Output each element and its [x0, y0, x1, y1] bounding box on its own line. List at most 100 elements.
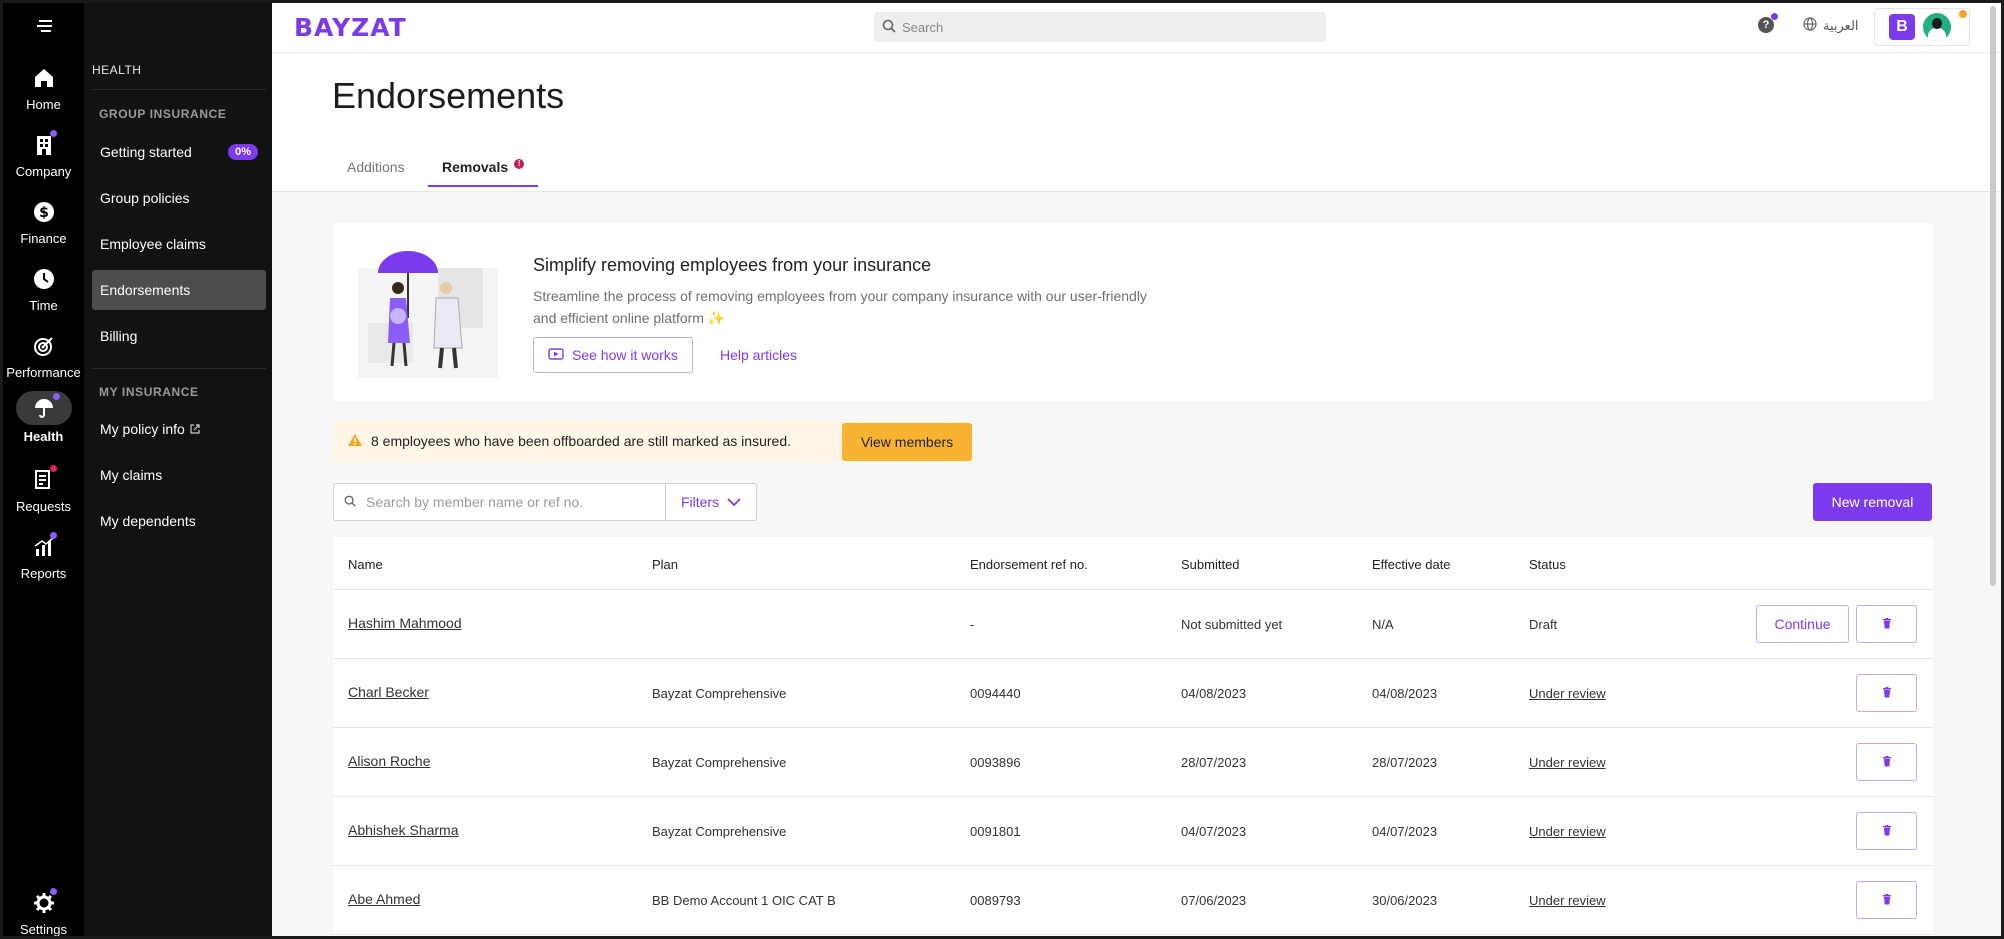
member-name-link[interactable]: Charl Becker: [348, 684, 429, 700]
umbrella-icon: [15, 391, 72, 425]
status-link[interactable]: Under review: [1529, 824, 1606, 839]
plan-cell: BB Demo Account 1 OIC CAT B: [652, 893, 836, 908]
sidebar-item-label: Group policies: [100, 190, 190, 206]
delete-button[interactable]: [1856, 605, 1917, 643]
continue-button[interactable]: Continue: [1756, 605, 1849, 643]
column-header: Effective date: [1372, 557, 1451, 572]
sidebar-item-group-policies[interactable]: Group policies: [92, 178, 266, 218]
tab-removals[interactable]: Removals!: [428, 159, 539, 187]
effective-date-cell: 04/07/2023: [1372, 824, 1438, 839]
removals-table: Name Plan Endorsement ref no. Submitted …: [333, 537, 1933, 936]
delete-button[interactable]: [1856, 743, 1917, 781]
account-switcher[interactable]: B: [1874, 8, 1970, 46]
sidebar-item-billing[interactable]: Billing: [92, 316, 266, 356]
ref-cell: 0089793: [970, 893, 1021, 908]
status-dot: [1959, 10, 1967, 18]
sidebar-item-my-claims[interactable]: My claims: [92, 455, 266, 495]
member-name-link[interactable]: Abe Ahmed: [348, 891, 420, 907]
status-link[interactable]: Under review: [1529, 755, 1606, 770]
sidebar-item-label: My dependents: [100, 513, 196, 529]
delete-button[interactable]: [1856, 812, 1917, 850]
notification-dot: [49, 465, 57, 472]
help-articles-link[interactable]: Help articles: [720, 347, 797, 363]
menu-icon[interactable]: [37, 19, 53, 38]
sidebar-section-title: HEALTH: [92, 63, 142, 77]
submitted-cell: 07/06/2023: [1181, 893, 1247, 908]
rail-settings[interactable]: Settings: [3, 888, 84, 937]
gear-icon: [29, 888, 59, 918]
chart-icon: [29, 532, 59, 562]
delete-button[interactable]: [1856, 674, 1917, 712]
tab-label: Removals: [442, 159, 509, 175]
rail-time[interactable]: Time: [3, 264, 84, 313]
secondary-sidebar: HEALTH GROUP INSURANCE Getting started 0…: [84, 3, 272, 936]
ref-cell: 0091801: [970, 824, 1021, 839]
table-header: Name Plan Endorsement ref no. Submitted …: [333, 537, 1933, 590]
table-row: Charl Becker Bayzat Comprehensive 009444…: [333, 659, 1933, 728]
sidebar-item-endorsements[interactable]: Endorsements: [92, 270, 266, 310]
see-how-it-works-button[interactable]: See how it works: [533, 337, 693, 373]
bayzat-logo[interactable]: BAYZAT: [294, 13, 407, 42]
column-header: Submitted: [1181, 557, 1240, 572]
status-link[interactable]: Under review: [1529, 893, 1606, 908]
rail-label: Settings: [20, 922, 67, 937]
table-row: Abe Ahmed BB Demo Account 1 OIC CAT B 00…: [333, 866, 1933, 935]
page-title: Endorsements: [332, 75, 565, 116]
member-search-input[interactable]: Search by member name or ref no.: [333, 483, 669, 521]
table-row: Abhishek Sharma Bayzat Comprehensive 009…: [333, 797, 1933, 866]
rail-label: Health: [23, 429, 64, 444]
global-search-input[interactable]: Search: [874, 12, 1326, 42]
member-name-link[interactable]: Alison Roche: [348, 753, 431, 769]
home-icon: [29, 63, 59, 93]
notification-dot: [1771, 13, 1778, 20]
globe-icon: [1803, 17, 1817, 34]
rail-label: Home: [26, 97, 61, 112]
tab-additions[interactable]: Additions: [347, 159, 405, 185]
sidebar-item-getting-started[interactable]: Getting started 0%: [92, 132, 266, 172]
rail-label: Requests: [16, 499, 71, 514]
info-banner: Simplify removing employees from your in…: [333, 223, 1933, 401]
trash-icon: [1882, 755, 1892, 770]
view-members-button[interactable]: View members: [842, 423, 972, 461]
help-glyph: ?: [1762, 19, 1770, 31]
notification-dot: [49, 888, 57, 895]
sidebar-item-label: My policy info: [100, 421, 185, 437]
tab-label: Additions: [347, 159, 405, 175]
scrollbar-thumb[interactable]: [1990, 6, 1996, 586]
chevron-down-icon: [727, 494, 741, 510]
page-scrollbar[interactable]: [1988, 6, 1998, 586]
delete-button[interactable]: [1856, 881, 1917, 919]
effective-date-cell: N/A: [1372, 617, 1394, 632]
dollar-icon: $: [29, 197, 59, 227]
new-removal-button[interactable]: New removal: [1813, 483, 1932, 521]
member-name-link[interactable]: Abhishek Sharma: [348, 822, 459, 838]
rail-finance[interactable]: $ Finance: [3, 197, 84, 246]
banner-description: Streamline the process of removing emplo…: [533, 288, 1147, 326]
language-switch[interactable]: العربية: [1803, 17, 1859, 34]
rail-reports[interactable]: Reports: [3, 532, 84, 581]
page-header: Endorsements Additions Removals!: [272, 53, 2001, 192]
sidebar-item-my-dependents[interactable]: My dependents: [92, 501, 266, 541]
trash-icon: [1882, 617, 1892, 632]
alert-icon: !: [514, 159, 525, 169]
column-header: Endorsement ref no.: [970, 557, 1088, 572]
top-bar: BAYZAT Search ? العربية B: [272, 3, 2001, 53]
filters-dropdown[interactable]: Filters: [665, 483, 757, 521]
rail-company[interactable]: Company: [3, 130, 84, 179]
help-icon[interactable]: ?: [1758, 13, 1778, 33]
filters-label: Filters: [680, 494, 720, 510]
rail-health[interactable]: Health: [3, 391, 84, 444]
group-title-insurance: GROUP INSURANCE: [99, 107, 227, 121]
member-name-link[interactable]: Hashim Mahmood: [348, 615, 462, 631]
sidebar-item-my-policy-info[interactable]: My policy info: [92, 409, 266, 449]
rail-performance[interactable]: Performance: [3, 331, 84, 380]
warning-icon: [347, 433, 363, 450]
rail-requests[interactable]: Requests: [3, 465, 84, 514]
sidebar-item-employee-claims[interactable]: Employee claims: [92, 224, 266, 264]
search-placeholder: Search by member name or ref no.: [366, 494, 584, 510]
status-link[interactable]: Under review: [1529, 686, 1606, 701]
table-row: Hashim Mahmood - Not submitted yet N/A D…: [333, 590, 1933, 659]
rail-label: Performance: [6, 365, 81, 380]
user-avatar: [1923, 13, 1951, 41]
rail-home[interactable]: Home: [3, 63, 84, 112]
